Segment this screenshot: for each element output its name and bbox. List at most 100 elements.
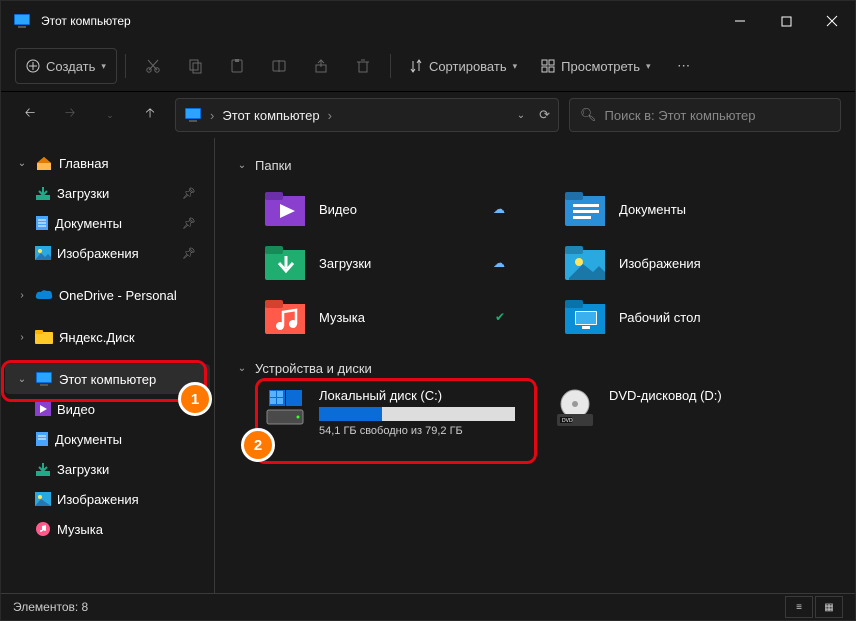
details-view-button[interactable]: ≡ <box>785 596 813 618</box>
up-button[interactable]: 🡡 <box>135 100 165 130</box>
folder-documents[interactable]: Документы <box>565 185 835 233</box>
documents-icon <box>35 215 49 231</box>
navigation-row: 🡠 🡢 ⌄ 🡡 › Этот компьютер › ⌄ ⟳ 🔍︎ Поиск … <box>1 92 855 138</box>
group-label: Папки <box>255 158 292 173</box>
desktop-icon <box>565 299 605 335</box>
folder-label: Видео <box>319 202 357 217</box>
history-dropdown[interactable]: ⌄ <box>95 100 125 130</box>
marker-2: 2 <box>241 428 275 462</box>
statusbar: Элементов: 8 ≡ ▦ <box>1 593 855 620</box>
forward-button[interactable]: 🡢 <box>55 100 85 130</box>
search-icon: 🔍︎ <box>580 107 597 123</box>
view-button[interactable]: Просмотреть ▾ <box>531 49 660 83</box>
folder-desktop[interactable]: Рабочий стол <box>565 293 835 341</box>
pictures-icon <box>35 492 51 506</box>
tree-label: Видео <box>57 402 95 417</box>
body: ⌄ Главная Загрузки 📌︎ Документы 📌︎ Изобр… <box>1 138 855 593</box>
tree-label: Главная <box>59 156 108 171</box>
tree-label: Загрузки <box>57 186 109 201</box>
maximize-button[interactable] <box>763 1 809 41</box>
tree-label: Изображения <box>57 246 139 261</box>
more-button[interactable]: ⋯ <box>665 49 703 83</box>
tree-music[interactable]: Музыка <box>5 514 210 544</box>
tree-documents2[interactable]: Документы <box>5 424 210 454</box>
tree-downloads2[interactable]: Загрузки <box>5 454 210 484</box>
drive-dvd[interactable]: DVD DVD-дисковод (D:) <box>555 388 775 428</box>
refresh-button[interactable]: ⟳ <box>539 107 550 123</box>
pin-icon[interactable]: 📌︎ <box>182 247 196 260</box>
create-button[interactable]: Создать ▾ <box>15 48 117 84</box>
sort-label: Сортировать <box>429 59 507 74</box>
toolbar: Создать ▾ Сортировать ▾ Просмотреть ▾ ⋯ <box>1 41 855 92</box>
chevron-down-icon[interactable]: ⌄ <box>517 110 525 121</box>
pin-icon[interactable]: 📌︎ <box>182 217 196 230</box>
breadcrumb-separator: › <box>210 108 214 123</box>
drive-info: DVD-дисковод (D:) <box>609 388 775 428</box>
video-icon <box>35 402 51 416</box>
tree-label: Документы <box>55 432 122 447</box>
chevron-down-icon[interactable]: ⌄ <box>15 372 29 386</box>
close-button[interactable] <box>809 1 855 41</box>
group-folders[interactable]: ⌄ Папки <box>235 158 835 173</box>
drive-info: Локальный диск (C:) 54,1 ГБ свободно из … <box>319 388 515 437</box>
folder-label: Загрузки <box>319 256 371 271</box>
chevron-right-icon[interactable]: › <box>15 330 29 344</box>
cut-button[interactable] <box>134 49 172 83</box>
downloads-icon <box>35 461 51 477</box>
folder-downloads[interactable]: Загрузки ☁ <box>265 239 535 287</box>
copy-button[interactable] <box>176 49 214 83</box>
downloads-icon <box>265 245 305 281</box>
view-toggle: ≡ ▦ <box>785 596 843 618</box>
tree-pictures2[interactable]: Изображения <box>5 484 210 514</box>
chevron-down-icon: ▾ <box>101 61 106 72</box>
tree-label: Яндекс.Диск <box>59 330 135 345</box>
chevron-down-icon[interactable]: ⌄ <box>235 159 249 173</box>
separator <box>125 54 126 78</box>
create-label: Создать <box>46 59 95 74</box>
paste-button[interactable] <box>218 49 256 83</box>
window-title: Этот компьютер <box>41 14 717 28</box>
share-button[interactable] <box>302 49 340 83</box>
folder-pictures[interactable]: Изображения <box>565 239 835 287</box>
breadcrumb[interactable]: Этот компьютер <box>222 108 319 123</box>
pictures-icon <box>35 246 51 260</box>
back-button[interactable]: 🡠 <box>15 100 45 130</box>
drive-c[interactable]: Локальный диск (C:) 54,1 ГБ свободно из … <box>265 388 515 437</box>
tree-pictures[interactable]: Изображения 📌︎ <box>5 238 210 268</box>
grid-view-button[interactable]: ▦ <box>815 596 843 618</box>
tree-label: Изображения <box>57 492 139 507</box>
drive-sub: 54,1 ГБ свободно из 79,2 ГБ <box>319 425 515 437</box>
tree-documents[interactable]: Документы 📌︎ <box>5 208 210 238</box>
titlebar: Этот компьютер <box>1 1 855 41</box>
pin-icon[interactable]: 📌︎ <box>182 187 196 200</box>
chevron-down-icon[interactable]: ⌄ <box>15 156 29 170</box>
search-input[interactable]: 🔍︎ Поиск в: Этот компьютер <box>569 98 841 132</box>
minimize-button[interactable] <box>717 1 763 41</box>
tree-label: Этот компьютер <box>59 372 156 387</box>
tree-downloads[interactable]: Загрузки 📌︎ <box>5 178 210 208</box>
sort-button[interactable]: Сортировать ▾ <box>399 49 527 83</box>
group-devices[interactable]: ⌄ Устройства и диски <box>235 361 835 376</box>
delete-button[interactable] <box>344 49 382 83</box>
tree-yandex[interactable]: › Яндекс.Диск <box>5 322 210 352</box>
folder-music[interactable]: Музыка ✔ <box>265 293 535 341</box>
folder-label: Рабочий стол <box>619 310 701 325</box>
main-pane: ⌄ Папки Видео ☁ Документы Загрузки ☁ <box>215 138 855 593</box>
downloads-icon <box>35 185 51 201</box>
synced-icon: ✔ <box>495 310 505 324</box>
address-bar[interactable]: › Этот компьютер › ⌄ ⟳ <box>175 98 559 132</box>
tree-thispc[interactable]: ⌄ Этот компьютер <box>5 364 210 394</box>
chevron-down-icon[interactable]: ⌄ <box>235 362 249 376</box>
view-label: Просмотреть <box>561 59 640 74</box>
folder-video[interactable]: Видео ☁ <box>265 185 535 233</box>
tree-onedrive[interactable]: › OneDrive - Personal <box>5 280 210 310</box>
chevron-right-icon[interactable]: › <box>15 288 29 302</box>
breadcrumb-separator: › <box>328 108 332 123</box>
tree-home[interactable]: ⌄ Главная <box>5 148 210 178</box>
svg-text:DVD: DVD <box>562 418 573 424</box>
thispc-icon <box>184 107 202 123</box>
rename-button[interactable] <box>260 49 298 83</box>
tree-label: Музыка <box>57 522 103 537</box>
folder-label: Документы <box>619 202 686 217</box>
pictures-icon <box>565 245 605 281</box>
